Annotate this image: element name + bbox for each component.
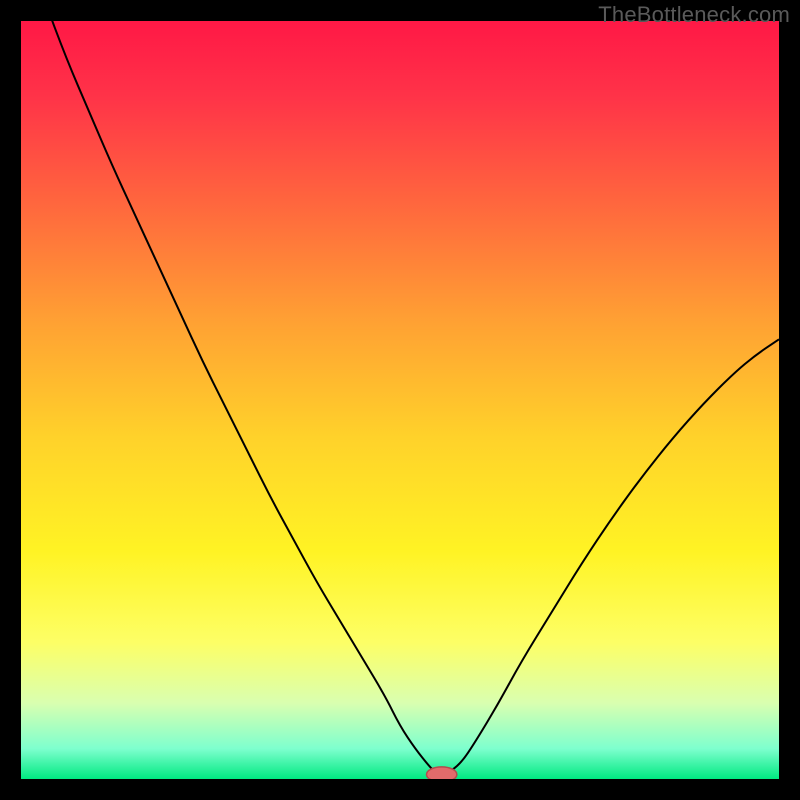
gradient-background: [21, 21, 779, 779]
chart-svg: [21, 21, 779, 779]
chart-plot-area: [21, 21, 779, 779]
chart-frame: TheBottleneck.com: [0, 0, 800, 800]
target-marker: [427, 767, 457, 779]
